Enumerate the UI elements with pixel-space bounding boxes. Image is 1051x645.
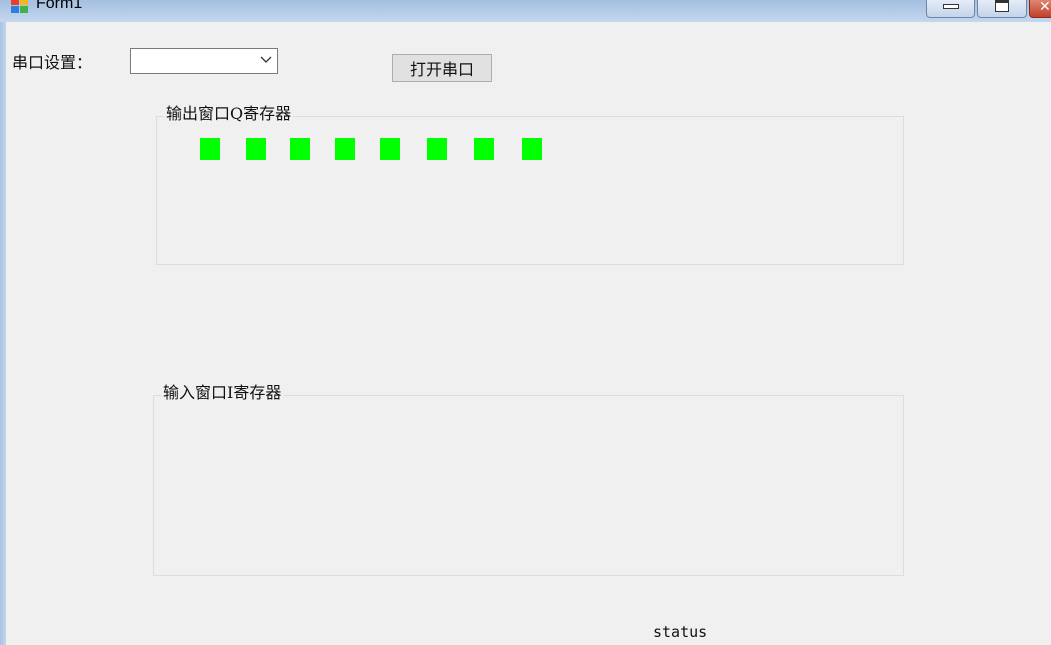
output-led-indicator [380,138,400,160]
serial-port-dropdown[interactable] [130,48,278,74]
title-bar[interactable]: Form1 ✕ [0,0,1051,22]
input-i-register-group: 输入窗口I寄存器 [153,383,904,576]
serial-settings-label: 串口设置： [12,53,93,72]
maximize-icon [995,0,1009,12]
output-led-indicator [200,138,220,160]
window-title: Form1 [36,0,83,12]
input-group-title: 输入窗口I寄存器 [161,383,284,403]
minimize-button[interactable] [926,0,975,18]
minimize-icon [943,4,959,9]
output-led-indicator [290,138,310,160]
output-q-register-group: 输出窗口Q寄存器 [156,104,904,265]
output-led-indicator [522,138,542,160]
output-led-indicator [335,138,355,160]
output-group-title: 输出窗口Q寄存器 [164,104,294,124]
open-serial-button[interactable]: 打开串口 [392,54,492,82]
close-icon: ✕ [1039,0,1051,15]
output-led-indicator [246,138,266,160]
maximize-button[interactable] [977,0,1027,18]
chevron-down-icon [260,56,272,63]
status-label: status [653,623,708,641]
output-led-indicator [474,138,494,160]
window-left-border [0,0,6,645]
app-icon [11,0,28,13]
output-led-indicator [427,138,447,160]
close-button[interactable]: ✕ [1029,0,1051,18]
